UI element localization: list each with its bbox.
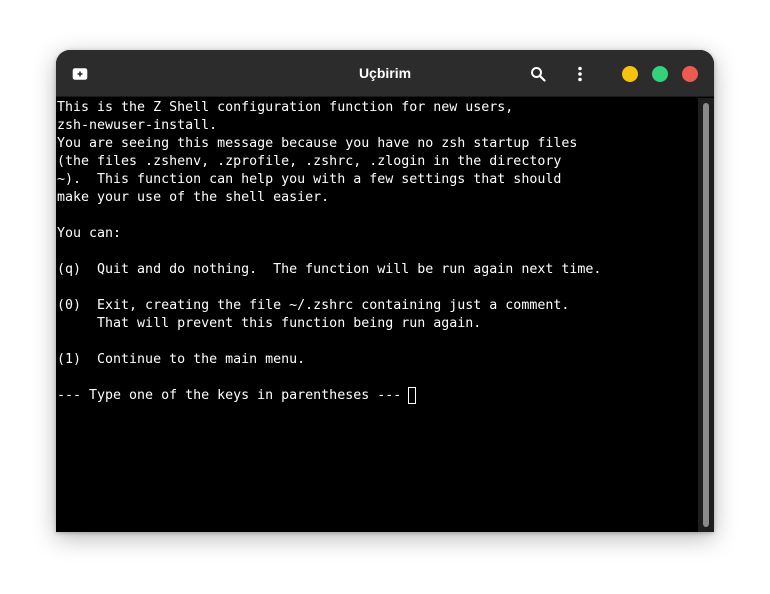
terminal-line: ~). This function can help you with a fe…: [57, 172, 562, 187]
vertical-ellipsis-icon: [578, 66, 582, 82]
terminal-prompt-line: --- Type one of the keys in parentheses …: [57, 388, 410, 403]
terminal-line: make your use of the shell easier.: [57, 190, 330, 205]
terminal-cursor: [408, 387, 416, 404]
terminal-line: You can:: [57, 226, 122, 241]
minimize-button[interactable]: [622, 66, 638, 82]
terminal-line: (0) Exit, creating the file ~/.zshrc con…: [57, 298, 570, 313]
close-button[interactable]: [682, 66, 698, 82]
terminal-line: zsh-newuser-install.: [57, 118, 218, 133]
terminal-line: (q) Quit and do nothing. The function wi…: [57, 262, 602, 277]
terminal-window: Uçbirim This is the Z Shell configuratio…: [56, 50, 714, 532]
search-icon: [531, 67, 546, 82]
terminal-view[interactable]: This is the Z Shell configuration functi…: [56, 98, 698, 532]
window-title: Uçbirim: [358, 65, 412, 81]
terminal-line: That will prevent this function being ru…: [57, 316, 482, 331]
terminal-line: You are seeing this message because you …: [57, 136, 578, 151]
search-button[interactable]: [525, 61, 551, 87]
header-bar: Uçbirim: [56, 50, 714, 97]
scrollbar[interactable]: [698, 98, 714, 532]
scrollbar-thumb[interactable]: [703, 103, 709, 527]
main-menu-button[interactable]: [567, 61, 593, 87]
maximize-button[interactable]: [652, 66, 668, 82]
terminal-line: (the files .zshenv, .zprofile, .zshrc, .…: [57, 154, 562, 169]
terminal-line: (1) Continue to the main menu.: [57, 352, 306, 367]
terminal-line: This is the Z Shell configuration functi…: [57, 100, 514, 115]
